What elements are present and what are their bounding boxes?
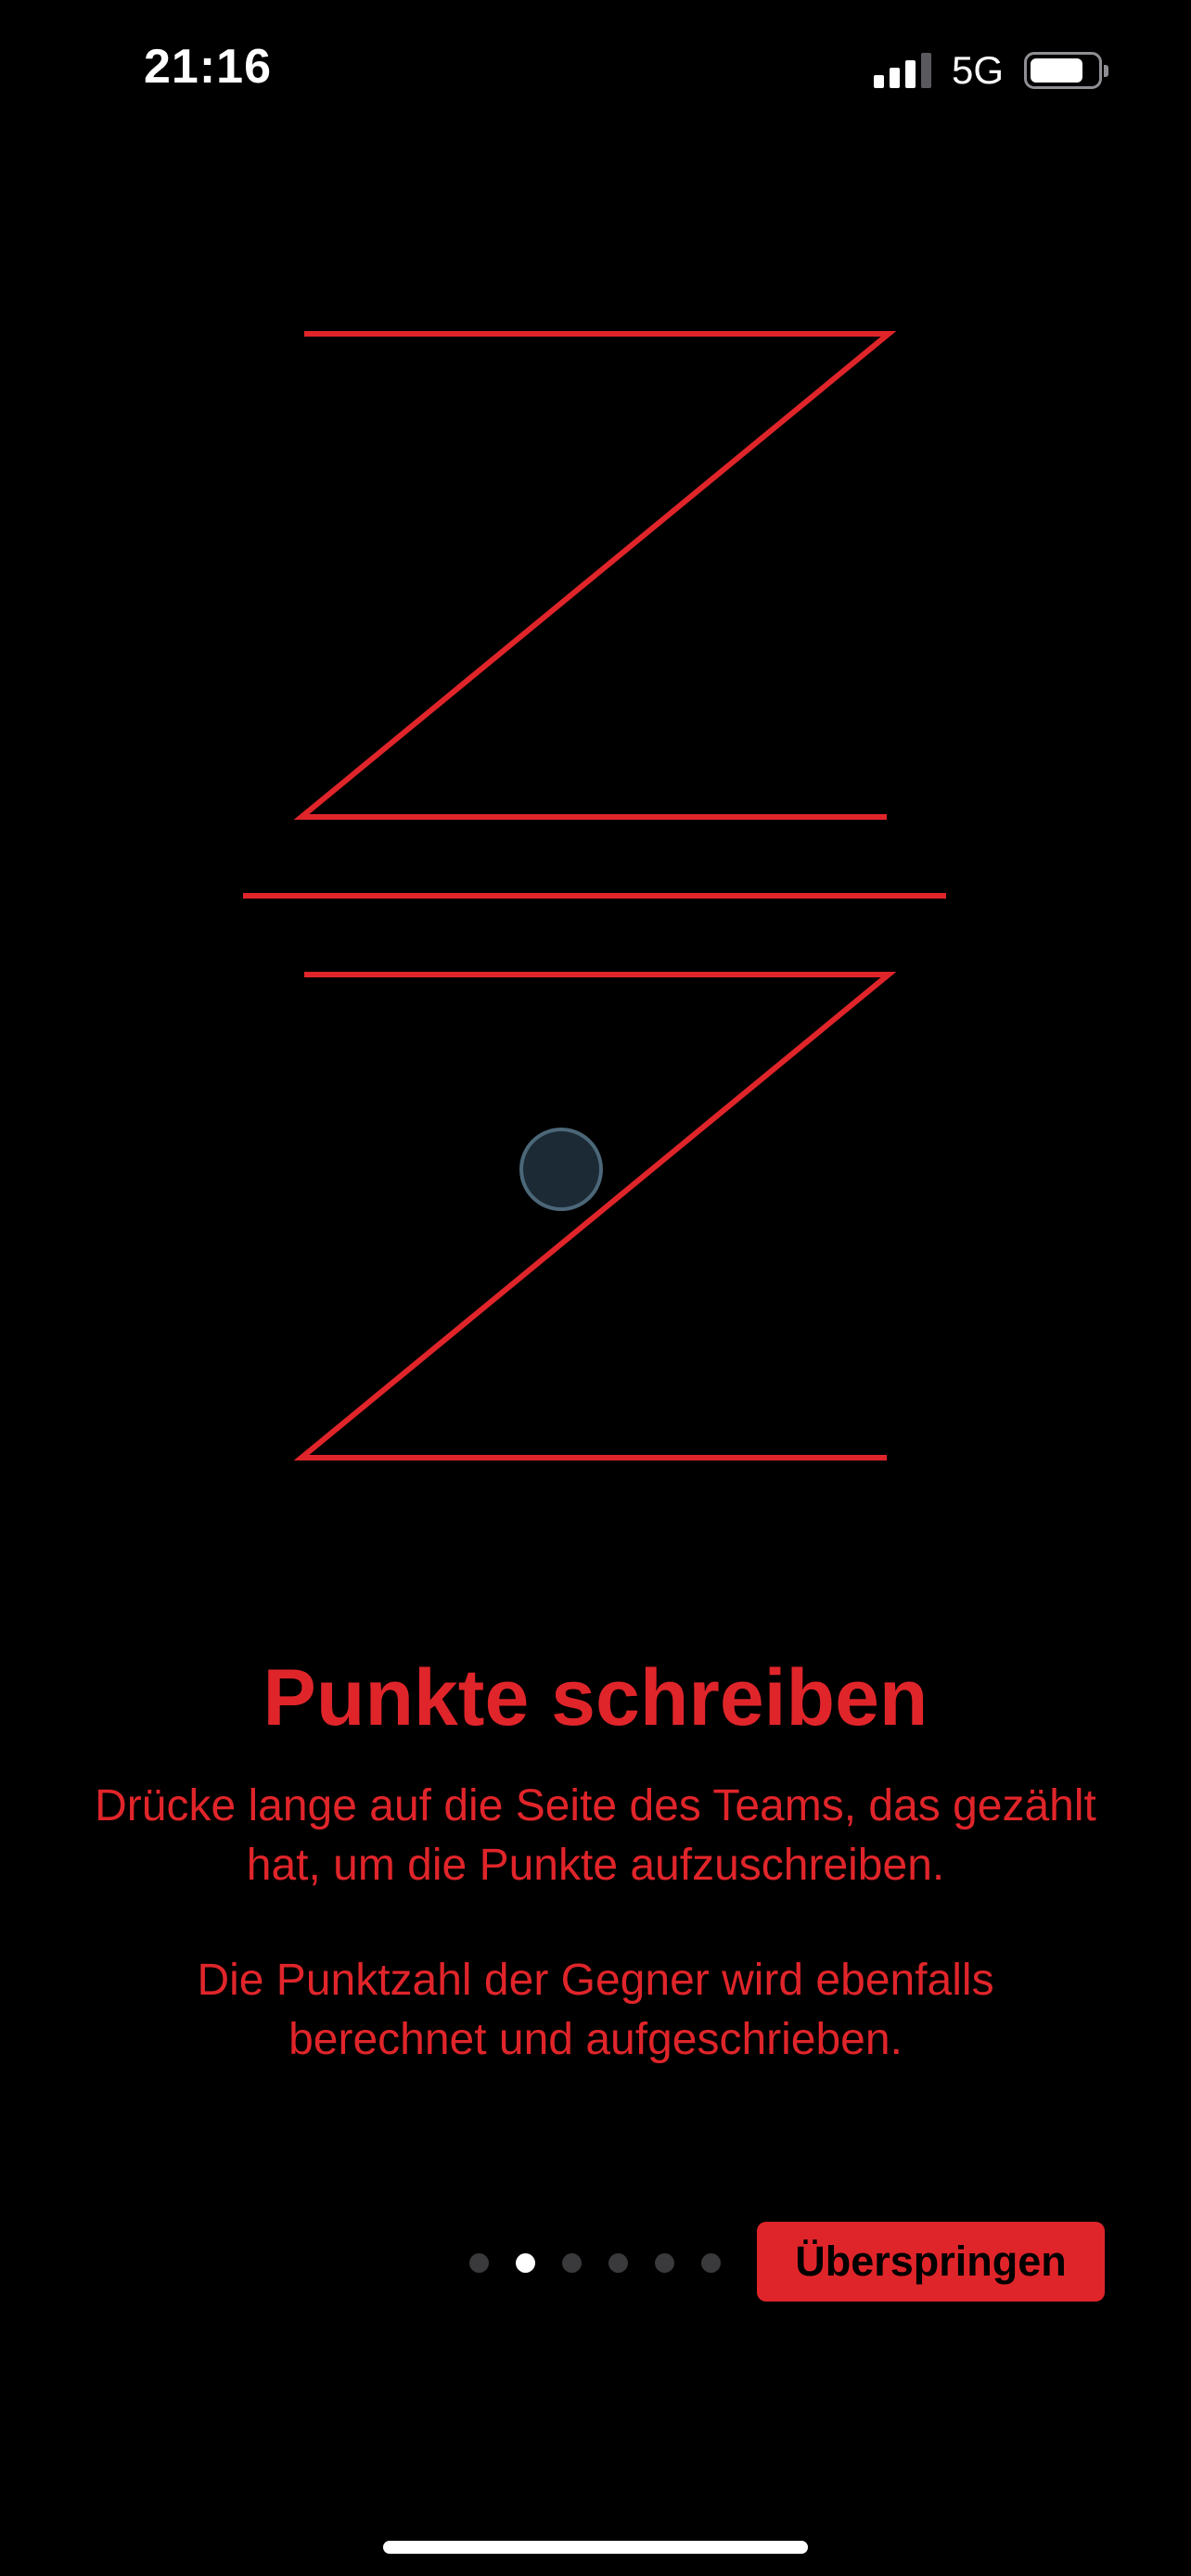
skip-button[interactable]: Überspringen: [757, 2222, 1105, 2302]
page-dot[interactable]: [608, 2253, 628, 2273]
upper-z-stroke: [293, 331, 897, 820]
page-dot[interactable]: [701, 2253, 721, 2273]
page-dot[interactable]: [469, 2253, 489, 2273]
touch-indicator-icon: [519, 1128, 603, 1211]
onboarding-description: Drücke lange auf die Seite des Teams, da…: [93, 1777, 1098, 2070]
page-dot[interactable]: [655, 2253, 674, 2273]
page-title: Punkte schreiben: [263, 1653, 928, 1742]
page-dot[interactable]: [562, 2253, 582, 2273]
description-paragraph-1: Drücke lange auf die Seite des Teams, da…: [95, 1781, 1096, 1890]
home-indicator[interactable]: [383, 2541, 808, 2554]
lower-z-stroke: [293, 972, 897, 1460]
scoreboard-z-illustration: [243, 331, 946, 1460]
page-dot-active[interactable]: [516, 2253, 535, 2273]
page-indicator[interactable]: [469, 2253, 721, 2273]
description-paragraph-2: Die Punktzahl der Gegner wird ebenfalls …: [197, 1956, 994, 2064]
